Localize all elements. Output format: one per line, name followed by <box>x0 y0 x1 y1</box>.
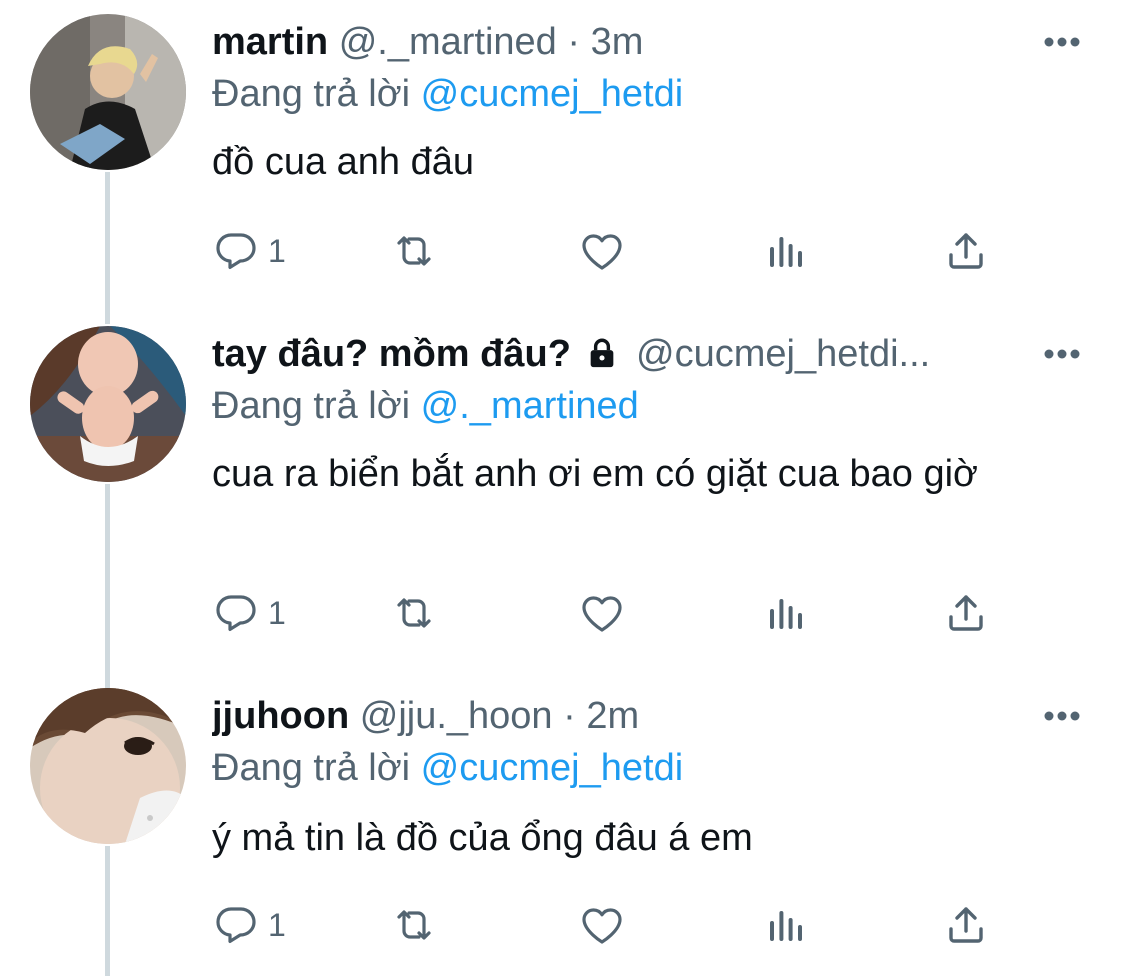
separator-dot: · <box>563 695 576 737</box>
share-icon <box>949 595 983 631</box>
reply-mention[interactable]: @cucmej_hetdi <box>421 747 683 789</box>
share-button[interactable] <box>942 900 990 950</box>
like-button[interactable] <box>578 588 626 638</box>
tweet-header: tay đâu? mồm đâu? @cucmej_hetdi... <box>212 332 1015 376</box>
avatar[interactable] <box>30 688 186 844</box>
reply-prefix: Đang trả lời <box>212 747 411 789</box>
heart-icon <box>582 596 622 632</box>
reply-icon <box>216 233 256 269</box>
reply-icon <box>216 595 256 631</box>
reply-button[interactable]: 1 <box>212 900 286 950</box>
display-name[interactable]: tay đâu? mồm đâu? <box>212 333 571 375</box>
reply-icon <box>216 907 256 943</box>
more-icon[interactable] <box>1043 348 1081 360</box>
share-icon <box>949 233 983 269</box>
reply-count: 1 <box>268 906 286 943</box>
reply-prefix: Đang trả lời <box>212 73 411 115</box>
user-handle[interactable]: @jju._hoon <box>360 695 553 737</box>
user-handle[interactable]: @cucmej_hetdi... <box>636 333 930 375</box>
action-bar: 1 <box>212 900 1012 950</box>
retweet-icon <box>397 236 431 266</box>
retweet-icon <box>397 598 431 628</box>
analytics-icon <box>770 599 802 629</box>
share-button[interactable] <box>942 588 990 638</box>
reply-count: 1 <box>268 232 286 269</box>
heart-icon <box>582 234 622 270</box>
tweet-text: cua ra biển bắt anh ơi em có giặt cua ba… <box>212 453 978 495</box>
user-handle[interactable]: @._martined <box>339 21 557 63</box>
analytics-button[interactable] <box>762 900 810 950</box>
tweet-text: đồ cua anh đâu <box>212 141 475 183</box>
timestamp[interactable]: 2m <box>586 695 639 737</box>
avatar-image <box>30 688 186 844</box>
tweet-header: martin @._martined · 3m <box>212 20 1015 64</box>
reply-mention[interactable]: @._martined <box>421 385 639 427</box>
avatar[interactable] <box>30 14 186 170</box>
analytics-button[interactable] <box>762 226 810 276</box>
avatar[interactable] <box>30 326 186 482</box>
analytics-button[interactable] <box>762 588 810 638</box>
reply-context: Đang trả lời @cucmej_hetdi <box>212 72 683 116</box>
reply-context: Đang trả lời @cucmej_hetdi <box>212 746 683 790</box>
reply-prefix: Đang trả lời <box>212 385 411 427</box>
heart-icon <box>582 908 622 944</box>
tweet-text: ý mả tin là đồ của ổng đâu á em <box>212 817 753 859</box>
action-bar: 1 <box>212 226 1012 276</box>
retweet-button[interactable] <box>390 588 438 638</box>
like-button[interactable] <box>578 226 626 276</box>
analytics-icon <box>770 911 802 941</box>
more-icon[interactable] <box>1043 36 1081 48</box>
thread-line <box>105 846 110 976</box>
share-button[interactable] <box>942 226 990 276</box>
reply-mention[interactable]: @cucmej_hetdi <box>421 73 683 115</box>
analytics-icon <box>770 237 802 267</box>
thread-line <box>105 172 110 324</box>
avatar-image <box>30 326 186 482</box>
retweet-button[interactable] <box>390 900 438 950</box>
timestamp[interactable]: 3m <box>591 21 644 63</box>
more-icon[interactable] <box>1043 710 1081 722</box>
reply-button[interactable]: 1 <box>212 588 286 638</box>
like-button[interactable] <box>578 900 626 950</box>
separator-dot: · <box>567 21 581 63</box>
retweet-button[interactable] <box>390 226 438 276</box>
display-name[interactable]: jjuhoon <box>212 695 349 737</box>
tweet-header: jjuhoon @jju._hoon · 2m <box>212 694 1015 738</box>
display-name[interactable]: martin <box>212 21 328 63</box>
share-icon <box>949 907 983 943</box>
reply-button[interactable]: 1 <box>212 226 286 276</box>
action-bar: 1 <box>212 588 1012 638</box>
avatar-image <box>30 14 186 170</box>
reply-count: 1 <box>268 594 286 631</box>
reply-context: Đang trả lời @._martined <box>212 384 639 428</box>
thread-line <box>105 484 110 688</box>
lock-icon <box>591 338 614 368</box>
retweet-icon <box>397 910 431 940</box>
